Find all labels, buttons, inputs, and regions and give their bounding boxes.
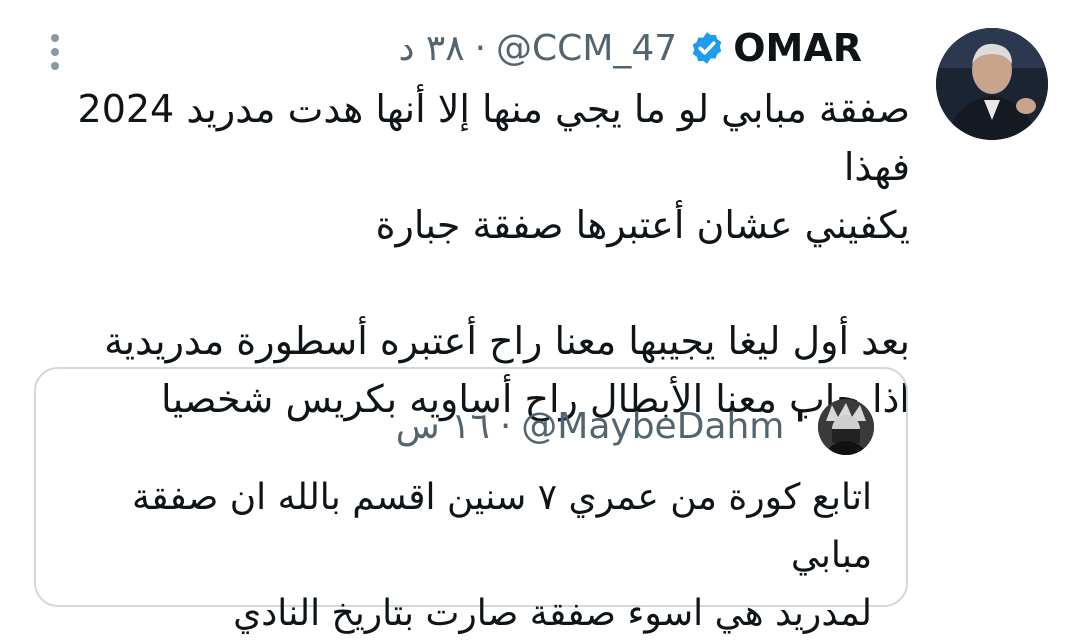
quoted-tweet[interactable]: ' @MaybeDahm · ١٦ س اتابع كورة من عمري ٧… [34,367,908,634]
timestamp[interactable]: ٣٨ د [398,28,464,69]
tweet-header: OMAR @CCM_47 · ٣٨ د [398,24,862,72]
quoted-author-handle[interactable]: @MaybeDahm [521,406,784,447]
tweet[interactable]: OMAR @CCM_47 · ٣٨ د صفقة مبابي لو ما يجي… [0,0,1068,634]
quoted-separator-dot: · [499,405,512,447]
quoted-author-name[interactable]: ' [794,404,806,448]
author-name[interactable]: OMAR [733,26,862,70]
author-handle[interactable]: @CCM_47 [496,28,677,69]
separator-dot: · [474,27,487,69]
avatar[interactable] [936,28,1048,140]
quoted-header: ' @MaybeDahm · ١٦ س [396,403,806,449]
quoted-timestamp[interactable]: ١٦ س [396,406,490,447]
quoted-avatar[interactable] [818,399,874,455]
quoted-tweet-text: اتابع كورة من عمري ٧ سنين اقسم بالله ان … [132,477,872,634]
verified-badge-icon [689,30,725,66]
more-vertical-icon[interactable] [46,34,64,70]
